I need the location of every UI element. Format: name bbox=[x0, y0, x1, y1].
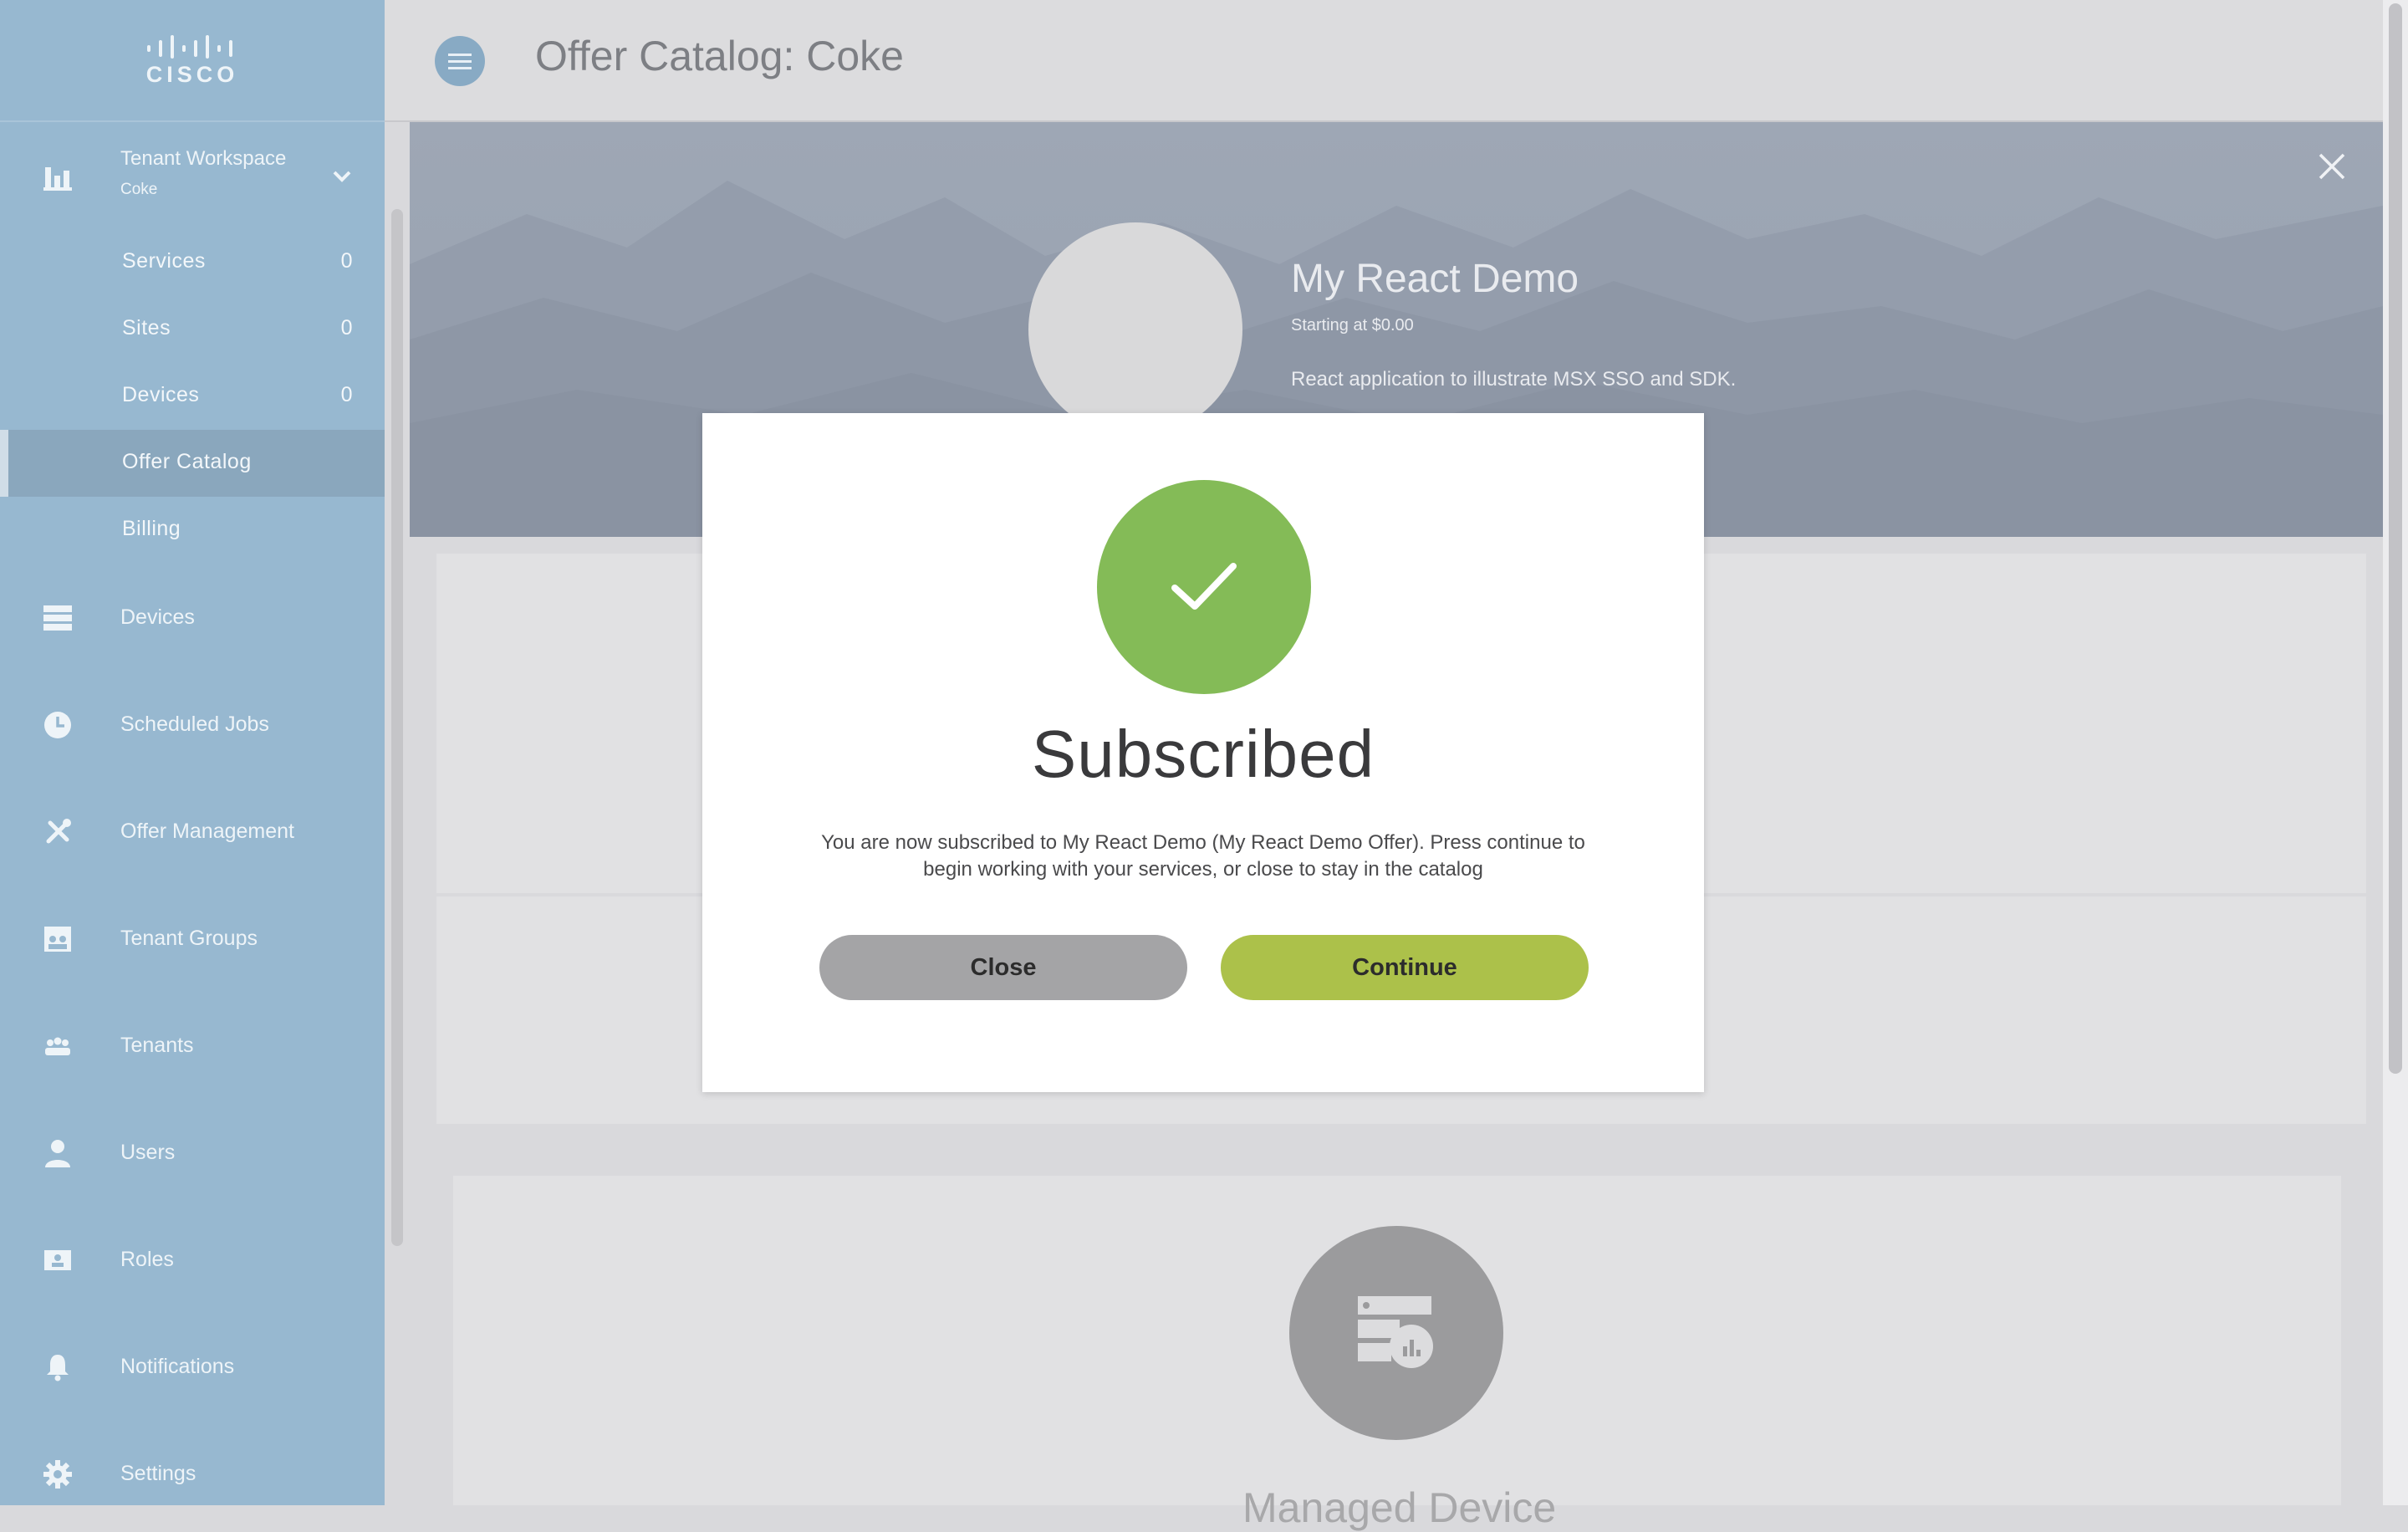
sidebar-item-label: Sites bbox=[122, 316, 171, 340]
devices-icon bbox=[43, 605, 72, 631]
bar-chart-icon bbox=[43, 167, 72, 191]
sidebar-item-billing[interactable]: Billing bbox=[0, 497, 385, 564]
sidebar-item-services[interactable]: Services 0 bbox=[0, 229, 385, 296]
sidebar-item-label: Notifications bbox=[120, 1355, 235, 1378]
sidebar-item-label: Offer Management bbox=[120, 820, 294, 843]
sidebar-item-tenant-groups[interactable]: Tenant Groups bbox=[0, 905, 385, 972]
offer-title: My React Demo bbox=[1291, 257, 1579, 301]
offer-price: Starting at $0.00 bbox=[1291, 316, 1414, 334]
page-scrollbar[interactable] bbox=[2389, 3, 2402, 1074]
clock-icon bbox=[44, 712, 71, 738]
sidebar-item-label: Devices bbox=[120, 605, 195, 629]
offer-avatar bbox=[1028, 222, 1242, 437]
menu-button[interactable] bbox=[435, 36, 485, 86]
managed-device-circle bbox=[1289, 1226, 1503, 1440]
sidebar-item-label: Services bbox=[122, 249, 206, 273]
sidebar-item-label: Roles bbox=[120, 1248, 174, 1271]
sidebar-item-scheduled-jobs[interactable]: Scheduled Jobs bbox=[0, 691, 385, 758]
workspace-tenant: Coke bbox=[120, 181, 158, 198]
sidebar-item-label: Users bbox=[120, 1141, 176, 1164]
cisco-logo-text: CISCO bbox=[145, 61, 239, 87]
sidebar-scrollbar[interactable] bbox=[391, 209, 403, 1246]
close-button[interactable]: Close bbox=[819, 935, 1187, 1000]
sidebar-item-tenants[interactable]: Tenants bbox=[0, 1012, 385, 1079]
sidebar-item-label: Tenants bbox=[120, 1034, 194, 1057]
tenant-workspace-toggle[interactable]: Tenant Workspace Coke bbox=[0, 134, 385, 217]
sidebar-item-roles[interactable]: Roles bbox=[0, 1226, 385, 1293]
top-header: Offer Catalog: Coke bbox=[385, 0, 2383, 122]
sidebar-item-label: Billing bbox=[122, 517, 181, 540]
sidebar-item-settings[interactable]: Settings bbox=[0, 1440, 385, 1505]
sidebar-item-label: Devices bbox=[122, 383, 200, 406]
sidebar: CISCO Tenant Workspace Coke Services 0 S… bbox=[0, 0, 385, 1505]
managed-device-title: Managed Device bbox=[1242, 1484, 1557, 1531]
offer-description: React application to illustrate MSX SSO … bbox=[1291, 368, 1737, 391]
chevron-down-icon bbox=[333, 171, 351, 182]
dialog-title: Subscribed bbox=[1031, 717, 1375, 791]
sidebar-item-notifications[interactable]: Notifications bbox=[0, 1333, 385, 1400]
count-badge: 0 bbox=[340, 383, 353, 406]
count-badge: 0 bbox=[340, 316, 353, 340]
cisco-bars-icon bbox=[147, 34, 232, 59]
sidebar-item-offer-catalog[interactable]: Offer Catalog bbox=[0, 430, 385, 497]
dialog-message: You are now subscribed to My React Demo … bbox=[821, 831, 1585, 881]
sidebar-item-label: Scheduled Jobs bbox=[120, 712, 269, 736]
sidebar-item-label: Tenant Groups bbox=[120, 927, 258, 950]
checkmark-icon bbox=[1171, 563, 1237, 610]
sidebar-item-offer-management[interactable]: Offer Management bbox=[0, 798, 385, 865]
user-icon bbox=[45, 1140, 70, 1167]
tenants-icon bbox=[45, 1037, 70, 1055]
cisco-logo[interactable]: CISCO bbox=[0, 0, 385, 122]
count-badge: 0 bbox=[340, 249, 353, 273]
page-title: Offer Catalog: Coke bbox=[535, 33, 904, 79]
managed-device-icon bbox=[1358, 1296, 1433, 1368]
sidebar-item-devices-sub[interactable]: Devices 0 bbox=[0, 363, 385, 430]
sidebar-item-sites[interactable]: Sites 0 bbox=[0, 296, 385, 363]
hamburger-icon bbox=[448, 54, 472, 69]
continue-button[interactable]: Continue bbox=[1221, 935, 1589, 1000]
workspace-title: Tenant Workspace bbox=[120, 147, 287, 170]
subscribed-dialog: Subscribed You are now subscribed to My … bbox=[702, 413, 1704, 1092]
bell-icon bbox=[47, 1355, 69, 1381]
gear-icon bbox=[43, 1460, 72, 1489]
roles-icon bbox=[44, 1250, 71, 1270]
tools-icon bbox=[46, 819, 71, 844]
sidebar-item-devices[interactable]: Devices bbox=[0, 584, 385, 651]
success-badge bbox=[1097, 480, 1311, 694]
sidebar-item-label: Settings bbox=[120, 1462, 196, 1485]
sidebar-item-label: Offer Catalog bbox=[122, 450, 252, 473]
sidebar-item-users[interactable]: Users bbox=[0, 1119, 385, 1186]
tenant-groups-icon bbox=[44, 927, 71, 952]
close-icon[interactable] bbox=[2318, 152, 2346, 181]
